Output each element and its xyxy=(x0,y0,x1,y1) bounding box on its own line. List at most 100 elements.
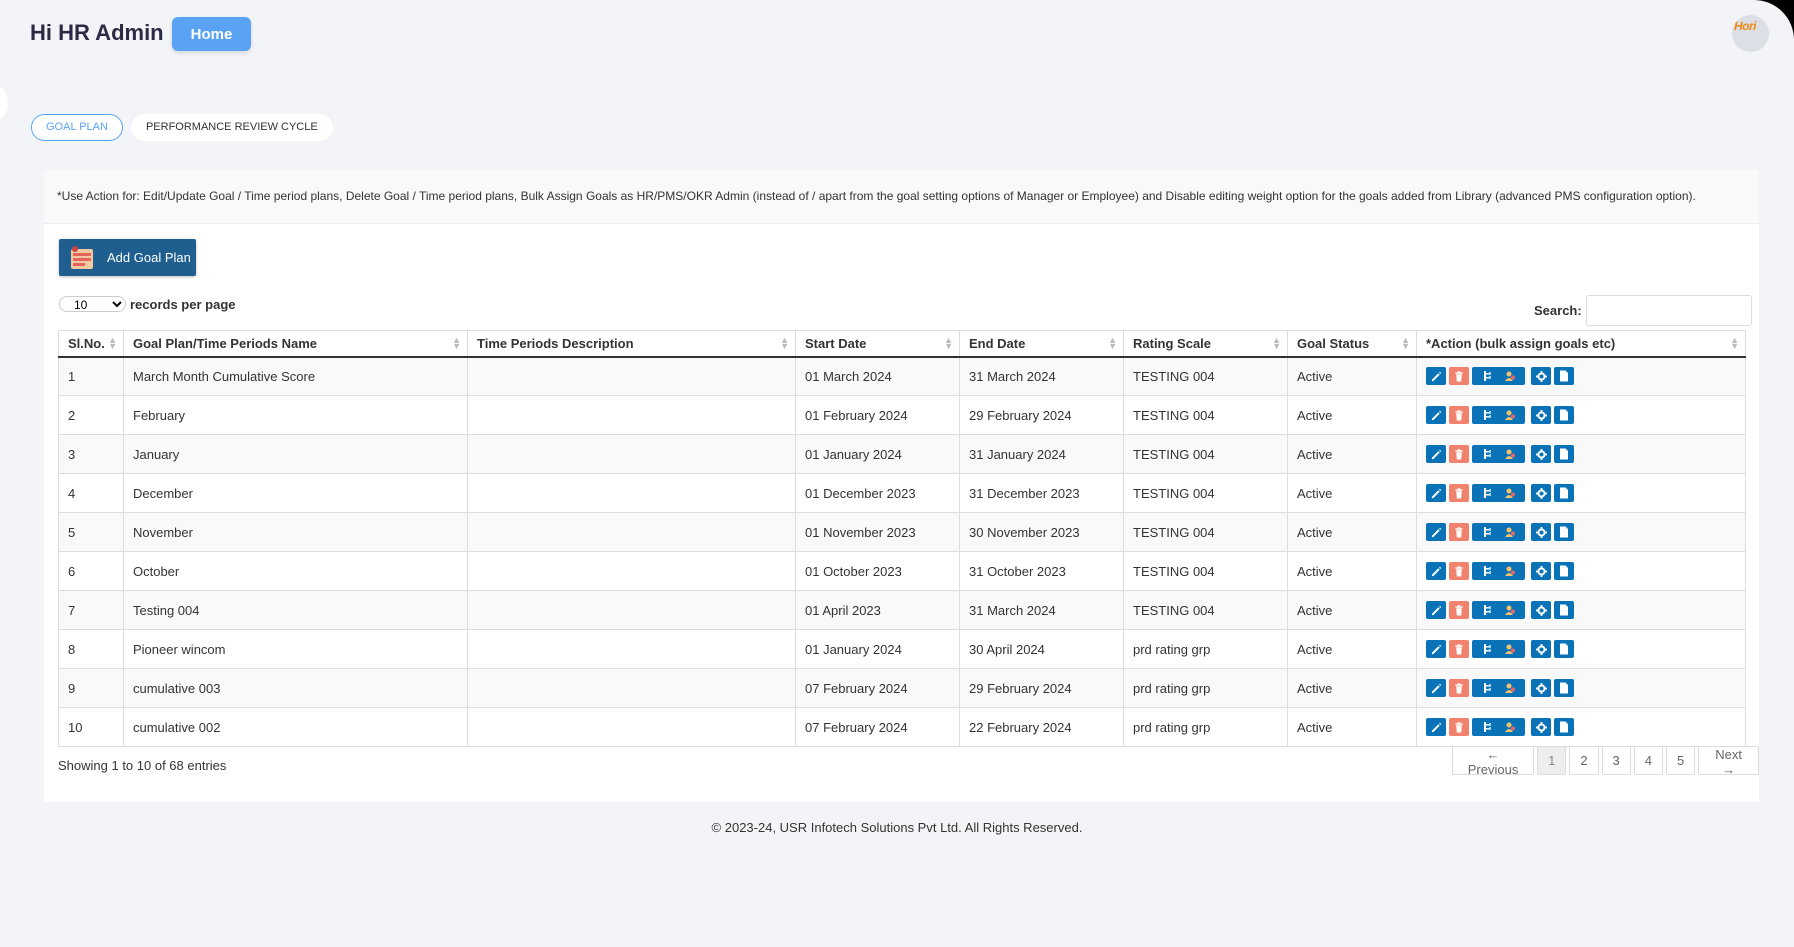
delete-icon[interactable] xyxy=(1449,640,1469,658)
footer-copyright: © 2023-24, USR Infotech Solutions Pvt Lt… xyxy=(711,820,1083,835)
pagination-next[interactable]: Next → xyxy=(1698,746,1759,777)
assign-goals-icon[interactable] xyxy=(1472,640,1525,658)
document-icon[interactable] xyxy=(1554,640,1574,658)
document-icon[interactable] xyxy=(1554,523,1574,541)
col-action[interactable]: *Action (bulk assign goals etc) ▲ ▼ xyxy=(1416,330,1746,358)
cell-start-date: 01 December 2023 xyxy=(795,473,960,513)
assign-goals-icon[interactable] xyxy=(1472,406,1525,424)
sidebar-toggle[interactable] xyxy=(0,86,8,120)
edit-icon[interactable] xyxy=(1426,367,1446,386)
settings-icon[interactable] xyxy=(1531,406,1551,424)
settings-icon[interactable] xyxy=(1531,445,1551,463)
pagination-previous[interactable]: ← Previous xyxy=(1452,746,1535,777)
cell-actions xyxy=(1416,473,1746,513)
assign-goals-icon[interactable] xyxy=(1472,718,1525,736)
pagination-page-4[interactable]: 4 xyxy=(1633,746,1664,775)
document-icon[interactable] xyxy=(1554,601,1574,619)
edit-icon[interactable] xyxy=(1426,718,1446,736)
settings-icon[interactable] xyxy=(1531,679,1551,697)
edit-icon[interactable] xyxy=(1426,484,1446,502)
edit-icon[interactable] xyxy=(1426,601,1446,619)
settings-icon[interactable] xyxy=(1531,523,1551,541)
cell-actions xyxy=(1416,395,1746,435)
goal-plan-table: Sl.No. ▲ ▼ Goal Plan/Time Periods Name ▲ ▼ T… xyxy=(58,330,1746,747)
sort-icon: ▲ ▼ xyxy=(108,335,117,351)
document-icon[interactable] xyxy=(1554,445,1574,463)
document-icon[interactable] xyxy=(1554,679,1574,697)
records-per-page-select[interactable]: 10 xyxy=(59,296,126,312)
settings-icon[interactable] xyxy=(1531,601,1551,619)
cell-actions xyxy=(1416,356,1746,396)
cell-description xyxy=(467,473,796,513)
cell-start-date: 07 February 2024 xyxy=(795,707,960,747)
assign-goals-icon[interactable] xyxy=(1472,523,1525,541)
search-input[interactable] xyxy=(1585,295,1752,326)
settings-icon[interactable] xyxy=(1531,640,1551,658)
col-sl-no[interactable]: Sl.No. ▲ ▼ xyxy=(58,330,124,358)
pagination-page-1[interactable]: 1 xyxy=(1537,746,1567,775)
delete-icon[interactable] xyxy=(1449,484,1469,502)
assign-goals-icon[interactable] xyxy=(1472,484,1525,502)
col-time-periods-description[interactable]: Time Periods Description ▲ ▼ xyxy=(467,330,796,358)
cell-end-date: 30 November 2023 xyxy=(959,512,1124,552)
delete-icon[interactable] xyxy=(1449,679,1469,697)
pagination-page-3[interactable]: 3 xyxy=(1601,746,1631,775)
edit-icon[interactable] xyxy=(1426,640,1446,658)
pagination-page-2[interactable]: 2 xyxy=(1569,746,1599,775)
delete-icon[interactable] xyxy=(1449,718,1469,736)
tab-performance-review-cycle[interactable]: PERFORMANCE REVIEW CYCLE xyxy=(130,114,333,141)
add-goal-plan-label: Add Goal Plan xyxy=(107,250,191,265)
document-icon[interactable] xyxy=(1554,406,1574,424)
delete-icon[interactable] xyxy=(1449,406,1469,424)
assign-goals-icon[interactable] xyxy=(1472,601,1525,619)
cell-rating-scale: TESTING 004 xyxy=(1123,395,1288,435)
col-end-date[interactable]: End Date ▲ ▼ xyxy=(959,330,1124,358)
delete-icon[interactable] xyxy=(1449,601,1469,619)
sort-icon: ▲ ▼ xyxy=(1401,335,1410,351)
tab-goal-plan[interactable]: GOAL PLAN xyxy=(31,114,123,141)
document-icon[interactable] xyxy=(1554,484,1574,502)
cell-goal-status: Active xyxy=(1287,668,1417,708)
edit-icon[interactable] xyxy=(1426,679,1446,697)
table-search: Search: xyxy=(1534,295,1752,326)
goal-plan-table-body: 1 March Month Cumulative Score 01 March 20… xyxy=(58,356,1746,747)
assign-goals-icon[interactable] xyxy=(1472,445,1525,463)
col-rating-scale[interactable]: Rating Scale ▲ ▼ xyxy=(1123,330,1288,358)
settings-icon[interactable] xyxy=(1531,367,1551,386)
row-actions xyxy=(1426,679,1745,697)
settings-icon[interactable] xyxy=(1531,484,1551,502)
sort-icon: ▲ ▼ xyxy=(1272,335,1281,351)
cell-rating-scale: prd rating grp xyxy=(1123,629,1288,669)
add-goal-plan-button[interactable]: Add Goal Plan xyxy=(59,239,196,276)
assign-goals-icon[interactable] xyxy=(1472,679,1525,697)
delete-icon[interactable] xyxy=(1449,367,1469,386)
assign-goals-icon[interactable] xyxy=(1472,367,1525,386)
search-label: Search: xyxy=(1534,303,1582,318)
edit-icon[interactable] xyxy=(1426,523,1446,541)
col-goal-status[interactable]: Goal Status ▲ ▼ xyxy=(1287,330,1417,358)
assign-goals-icon[interactable] xyxy=(1472,562,1525,580)
col-goal-plan-name[interactable]: Goal Plan/Time Periods Name ▲ ▼ xyxy=(123,330,468,358)
cell-actions xyxy=(1416,512,1746,552)
avatar[interactable]: Hori xyxy=(1732,15,1769,52)
document-icon[interactable] xyxy=(1554,562,1574,580)
cell-sl-no: 2 xyxy=(58,395,124,435)
edit-icon[interactable] xyxy=(1426,445,1446,463)
records-per-page-label: records per page xyxy=(130,296,236,312)
edit-icon[interactable] xyxy=(1426,406,1446,424)
pagination-page-5[interactable]: 5 xyxy=(1666,746,1696,775)
cell-description xyxy=(467,590,796,630)
document-icon[interactable] xyxy=(1554,718,1574,736)
cell-end-date: 31 October 2023 xyxy=(959,551,1124,591)
delete-icon[interactable] xyxy=(1449,445,1469,463)
delete-icon[interactable] xyxy=(1449,562,1469,580)
document-icon[interactable] xyxy=(1554,367,1574,386)
col-start-date[interactable]: Start Date ▲ ▼ xyxy=(795,330,960,358)
edit-icon[interactable] xyxy=(1426,562,1446,580)
delete-icon[interactable] xyxy=(1449,523,1469,541)
avatar-logo-text: Hori xyxy=(1734,19,1757,33)
settings-icon[interactable] xyxy=(1531,562,1551,580)
sort-icon: ▲ ▼ xyxy=(1108,335,1117,351)
settings-icon[interactable] xyxy=(1531,718,1551,736)
home-button[interactable]: Home xyxy=(172,17,251,51)
